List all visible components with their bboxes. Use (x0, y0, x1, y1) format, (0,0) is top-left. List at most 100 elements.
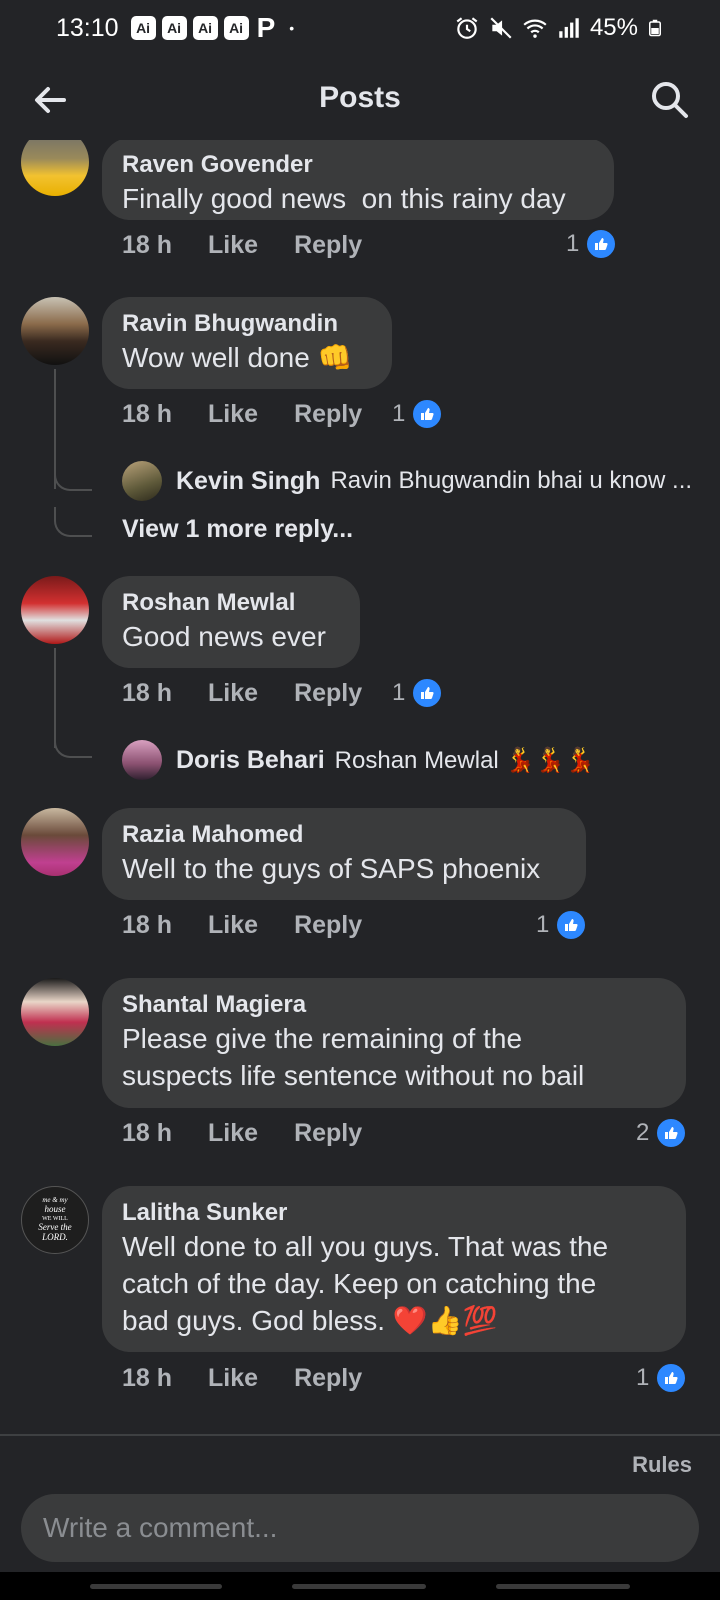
reply-button[interactable]: Reply (294, 911, 362, 940)
reaction-count[interactable]: 1 (536, 909, 588, 941)
comment-bubble[interactable]: Ravin Bhugwandin Wow well done 👊 (102, 297, 392, 389)
nav-back-button[interactable] (496, 1584, 630, 1589)
status-right: 45% (454, 14, 664, 42)
reaction-number: 1 (392, 400, 406, 427)
comment-time: 18 h (122, 400, 173, 428)
comment-text: Well done to all you guys. That was the … (122, 1231, 609, 1336)
status-left: 13:10 Ai Ai Ai Ai P • (56, 12, 294, 44)
like-button[interactable]: Like (208, 679, 258, 708)
like-button[interactable]: Like (208, 1119, 258, 1148)
comment-author[interactable]: Lalitha Sunker (122, 1198, 666, 1228)
reply-button[interactable]: Reply (294, 1119, 362, 1148)
rules-link[interactable]: Rules (632, 1452, 692, 1478)
comment-time: 18 h (122, 1364, 173, 1392)
comment-author[interactable]: Raven Govender (122, 150, 594, 180)
avatar[interactable] (21, 978, 89, 1046)
reply-preview[interactable]: Doris Behari Roshan Mewlal 💃💃💃 (122, 740, 702, 780)
reply-text: Ravin Bhugwandin bhai u know ... (330, 467, 693, 494)
like-button[interactable]: Like (208, 400, 258, 429)
avatar[interactable] (21, 297, 89, 365)
avatar[interactable] (21, 140, 89, 196)
alarm-icon (456, 17, 478, 39)
comment-text: Good news ever (122, 621, 326, 652)
back-arrow-icon[interactable] (28, 78, 72, 122)
reaction-count[interactable]: 2 (636, 1117, 688, 1149)
reply-text: Roshan Mewlal 💃💃💃 (334, 746, 596, 774)
like-button[interactable]: Like (208, 1364, 258, 1393)
comment-bubble[interactable]: Lalitha Sunker Well done to all you guys… (102, 1186, 686, 1352)
thread-connector (54, 507, 92, 537)
comment-text: Wow well done 👊 (122, 342, 353, 373)
comment-bubble[interactable]: Razia Mahomed Well to the guys of SAPS p… (102, 808, 586, 900)
status-bar: 13:10 Ai Ai Ai Ai P • 45% (0, 0, 720, 56)
nav-recents-button[interactable] (90, 1584, 222, 1589)
signal-icon (559, 18, 579, 38)
battery-percent: 45% (589, 14, 638, 41)
comment-author[interactable]: Ravin Bhugwandin (122, 309, 372, 339)
svg-text:Serve the: Serve the (38, 1222, 71, 1232)
avatar[interactable] (21, 808, 89, 876)
comment-actions: 18 h Like Reply (122, 231, 362, 260)
comment-text: Well to the guys of SAPS phoenix (122, 853, 541, 884)
nav-home-button[interactable] (292, 1584, 426, 1589)
reply-preview[interactable]: Kevin Singh Ravin Bhugwandin bhai u know… (122, 461, 702, 501)
comment-author[interactable]: Roshan Mewlal (122, 588, 340, 618)
search-icon[interactable] (648, 78, 692, 122)
reaction-number: 1 (566, 230, 580, 257)
mute-icon (490, 17, 512, 39)
ai-notification-icon: Ai (130, 16, 156, 40)
comment-time: 18 h (122, 1119, 173, 1147)
reaction-number: 2 (636, 1119, 650, 1146)
comment-text: Please give the remaining of the suspect… (122, 1023, 585, 1091)
thumbs-up-icon (555, 909, 588, 941)
reaction-count[interactable]: 1 (566, 228, 618, 260)
status-time: 13:10 (56, 13, 119, 42)
comment-time: 18 h (122, 231, 173, 259)
comments-list[interactable]: Raven Govender Finally good news on this… (0, 140, 720, 1435)
comment-bubble[interactable]: Raven Govender Finally good news on this… (102, 140, 614, 220)
comment-actions: 18 h Like Reply (122, 1119, 362, 1148)
thread-connector (54, 469, 92, 491)
ai-notification-icon: Ai (161, 16, 187, 40)
thumbs-up-icon (411, 398, 444, 430)
reply-author[interactable]: Kevin Singh (176, 467, 320, 496)
reply-button[interactable]: Reply (294, 231, 362, 260)
comment-actions: 18 h Like Reply (122, 400, 362, 429)
p-notification-icon: P (256, 12, 276, 43)
reaction-number: 1 (536, 911, 550, 938)
comment-time: 18 h (122, 679, 173, 707)
comment-actions: 18 h Like Reply (122, 1364, 362, 1393)
thumbs-up-icon (655, 1117, 688, 1149)
comment-actions: 18 h Like Reply (122, 679, 362, 708)
reply-button[interactable]: Reply (294, 679, 362, 708)
like-button[interactable]: Like (208, 231, 258, 260)
reply-button[interactable]: Reply (294, 1364, 362, 1393)
ai-notification-icon: Ai (223, 16, 249, 40)
reply-author[interactable]: Doris Behari (176, 746, 325, 775)
svg-text:LORD.: LORD. (41, 1232, 68, 1242)
like-button[interactable]: Like (208, 911, 258, 940)
comment-text: Finally good news on this rainy day (122, 183, 566, 214)
comment-author[interactable]: Razia Mahomed (122, 820, 566, 850)
reaction-count[interactable]: 1 (392, 677, 444, 709)
avatar[interactable] (122, 461, 162, 501)
avatar[interactable] (122, 740, 162, 780)
comment-input[interactable] (21, 1494, 699, 1562)
svg-text:me & my: me & my (42, 1196, 68, 1204)
comment-author[interactable]: Shantal Magiera (122, 990, 666, 1020)
reaction-count[interactable]: 1 (392, 398, 444, 430)
avatar[interactable] (21, 576, 89, 644)
view-more-replies-link[interactable]: View 1 more reply... (122, 515, 353, 544)
thread-connector (54, 728, 92, 758)
battery-icon (649, 19, 661, 37)
reaction-count[interactable]: 1 (636, 1362, 688, 1394)
reply-button[interactable]: Reply (294, 400, 362, 429)
comment-bubble[interactable]: Shantal Magiera Please give the remainin… (102, 978, 686, 1108)
wifi-icon (523, 19, 547, 38)
thumbs-up-icon (411, 677, 444, 709)
footer-divider (0, 1434, 720, 1436)
comment-bubble[interactable]: Roshan Mewlal Good news ever (102, 576, 360, 668)
comment-actions: 18 h Like Reply (122, 911, 362, 940)
page-title: Posts (319, 81, 401, 114)
avatar[interactable]: me & my house WE WILL Serve the LORD. (21, 1186, 89, 1254)
